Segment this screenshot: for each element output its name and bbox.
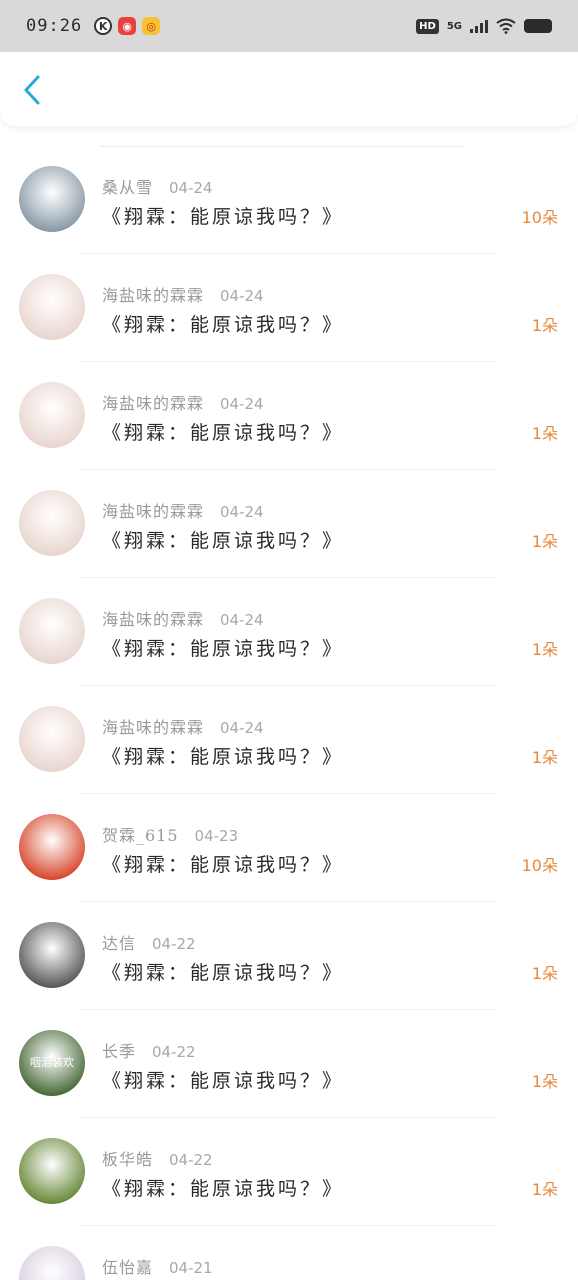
user-name[interactable]: 海盐味的霖霖 xyxy=(102,390,204,414)
item-date: 04-22 xyxy=(152,935,196,953)
hd-icon: HD xyxy=(416,18,439,34)
list-item[interactable]: 咽泪装欢 长季 04-22 《翔霖：能原谅我吗？》 1朵 xyxy=(0,1010,578,1118)
item-date: 04-21 xyxy=(169,1259,213,1277)
item-date: 04-24 xyxy=(220,719,264,737)
list-item[interactable]: 海盐味的霖霖 04-24 《翔霖：能原谅我吗？》 1朵 xyxy=(0,470,578,578)
avatar[interactable] xyxy=(19,274,85,340)
list-item[interactable]: 达信 04-22 《翔霖：能原谅我吗？》 1朵 xyxy=(0,902,578,1010)
item-meta: 海盐味的霖霖 04-24 xyxy=(102,282,264,306)
list-item[interactable]: 板华皓 04-22 《翔霖：能原谅我吗？》 1朵 xyxy=(0,1118,578,1226)
item-meta: 板华皓 04-22 xyxy=(102,1146,213,1170)
avatar[interactable] xyxy=(19,922,85,988)
flower-count: 1朵 xyxy=(531,748,558,767)
item-date: 04-23 xyxy=(194,827,239,845)
avatar[interactable] xyxy=(19,1246,85,1280)
avatar[interactable] xyxy=(19,166,85,232)
item-date: 04-24 xyxy=(169,179,213,197)
chevron-left-icon xyxy=(24,75,40,105)
album-app-icon: ◉ xyxy=(118,17,137,35)
item-meta: 长季 04-22 xyxy=(102,1038,196,1062)
back-button[interactable] xyxy=(14,72,50,108)
status-bar: 09:26 K ◉ ◎ HD 5G xyxy=(0,0,578,52)
item-meta: 海盐味的霖霖 04-24 xyxy=(102,606,264,630)
network-label: 5G xyxy=(446,20,462,32)
user-name[interactable]: 桑从雪 xyxy=(102,174,153,198)
list-item[interactable]: 海盐味的霖霖 04-24 《翔霖：能原谅我吗？》 1朵 xyxy=(0,686,578,794)
top-nav-bar xyxy=(0,52,578,126)
story-title: 《翔霖：能原谅我吗？》 xyxy=(102,314,345,336)
item-meta: 伍怡嘉 04-21 xyxy=(102,1254,213,1278)
flower-count: 1朵 xyxy=(531,316,558,335)
story-title: 《翔霖：能原谅我吗？》 xyxy=(102,746,345,768)
flower-count: 10朵 xyxy=(521,208,558,227)
weibo-app-icon: ◎ xyxy=(142,17,161,35)
user-name[interactable]: 长季 xyxy=(102,1038,136,1062)
flower-count: 1朵 xyxy=(531,1180,558,1199)
story-title: 《翔霖：能原谅我吗？》 xyxy=(102,422,345,444)
list-item[interactable]: 海盐味的霖霖 04-24 《翔霖：能原谅我吗？》 1朵 xyxy=(0,578,578,686)
avatar[interactable] xyxy=(19,382,85,448)
item-date: 04-22 xyxy=(169,1151,213,1169)
user-name[interactable]: 海盐味的霖霖 xyxy=(102,714,204,738)
item-meta: 海盐味的霖霖 04-24 xyxy=(102,714,264,738)
flower-count: 1朵 xyxy=(531,424,558,443)
user-name[interactable]: 达信 xyxy=(102,930,136,954)
item-date: 04-22 xyxy=(152,1043,196,1061)
avatar[interactable] xyxy=(19,598,85,664)
avatar-label: 咽泪装欢 xyxy=(30,1056,74,1069)
flower-count: 1朵 xyxy=(531,964,558,983)
avatar[interactable]: 咽泪装欢 xyxy=(19,1030,85,1096)
status-indicators: HD 5G xyxy=(416,18,552,34)
item-date: 04-24 xyxy=(220,287,264,305)
flower-count: 10朵 xyxy=(521,856,558,875)
status-time: 09:26 xyxy=(26,16,83,36)
story-title: 《翔霖：能原谅我吗？》 xyxy=(102,1178,345,1200)
battery-icon xyxy=(524,19,552,33)
user-name[interactable]: 贺霖_615 xyxy=(102,822,179,846)
user-name[interactable]: 海盐味的霖霖 xyxy=(102,282,204,306)
list-item[interactable]: 桑从雪 04-24 《翔霖：能原谅我吗？》 10朵 xyxy=(0,146,578,254)
signal-icon xyxy=(470,19,488,33)
story-title: 《翔霖：能原谅我吗？》 xyxy=(102,962,345,984)
status-app-icons: K ◉ ◎ xyxy=(94,17,161,35)
wifi-icon xyxy=(496,18,516,34)
flower-count: 1朵 xyxy=(531,1072,558,1091)
user-name[interactable]: 海盐味的霖霖 xyxy=(102,606,204,630)
list-item[interactable]: 海盐味的霖霖 04-24 《翔霖：能原谅我吗？》 1朵 xyxy=(0,254,578,362)
flower-count: 1朵 xyxy=(531,640,558,659)
story-title: 《翔霖：能原谅我吗？》 xyxy=(102,1070,345,1092)
avatar[interactable] xyxy=(19,706,85,772)
story-title: 《翔霖：能原谅我吗？》 xyxy=(102,206,345,228)
list-item[interactable]: 伍怡嘉 04-21 xyxy=(0,1226,578,1280)
avatar[interactable] xyxy=(19,490,85,556)
item-meta: 海盐味的霖霖 04-24 xyxy=(102,390,264,414)
user-name[interactable]: 板华皓 xyxy=(102,1146,153,1170)
story-title: 《翔霖：能原谅我吗？》 xyxy=(102,638,345,660)
item-meta: 贺霖_615 04-23 xyxy=(102,822,238,846)
avatar[interactable] xyxy=(19,1138,85,1204)
item-meta: 海盐味的霖霖 04-24 xyxy=(102,498,264,522)
user-name[interactable]: 伍怡嘉 xyxy=(102,1254,153,1278)
list-item[interactable]: 海盐味的霖霖 04-24 《翔霖：能原谅我吗？》 1朵 xyxy=(0,362,578,470)
item-date: 04-24 xyxy=(220,395,264,413)
item-date: 04-24 xyxy=(220,611,264,629)
item-date: 04-24 xyxy=(220,503,264,521)
item-meta: 达信 04-22 xyxy=(102,930,196,954)
avatar[interactable] xyxy=(19,814,85,880)
item-meta: 桑从雪 04-24 xyxy=(102,174,213,198)
k-app-icon: K xyxy=(94,17,113,35)
flower-count: 1朵 xyxy=(531,532,558,551)
story-title: 《翔霖：能原谅我吗？》 xyxy=(102,530,345,552)
story-title: 《翔霖：能原谅我吗？》 xyxy=(102,854,345,876)
list-item[interactable]: 贺霖_615 04-23 《翔霖：能原谅我吗？》 10朵 xyxy=(0,794,578,902)
user-name[interactable]: 海盐味的霖霖 xyxy=(102,498,204,522)
